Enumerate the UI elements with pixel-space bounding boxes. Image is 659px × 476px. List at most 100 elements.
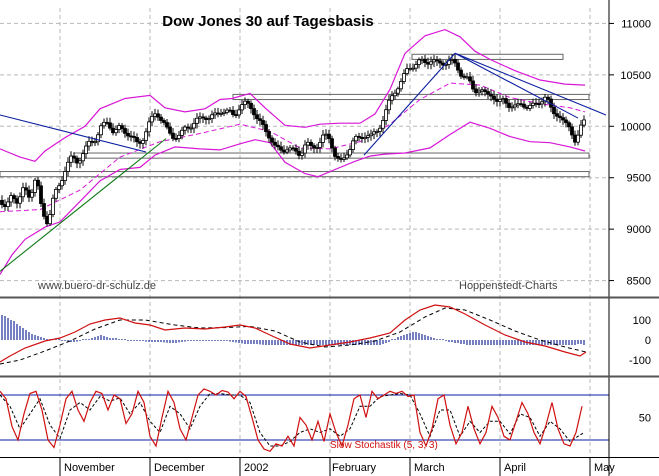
watermark-left: www.buero-dr-schulz.de bbox=[37, 280, 156, 292]
candle-body bbox=[111, 127, 115, 134]
candle-body bbox=[552, 106, 556, 115]
candle-body bbox=[453, 59, 457, 64]
candle-body bbox=[261, 120, 265, 125]
candle-body bbox=[87, 140, 91, 147]
candle-body bbox=[417, 59, 421, 65]
candle-body bbox=[348, 149, 352, 156]
candle-body bbox=[567, 122, 571, 128]
candle-body bbox=[357, 135, 361, 138]
candle-body bbox=[39, 185, 43, 204]
candle-body bbox=[186, 126, 190, 129]
x-axis-label: March bbox=[414, 462, 445, 474]
candle-body bbox=[132, 136, 136, 138]
candle-body bbox=[204, 117, 208, 120]
candle-body bbox=[231, 110, 235, 115]
candle-body bbox=[129, 135, 133, 138]
candle-body bbox=[126, 132, 130, 137]
candle-body bbox=[156, 113, 160, 118]
candle-body bbox=[381, 120, 385, 129]
candle-body bbox=[243, 100, 247, 106]
candle-body bbox=[564, 119, 568, 124]
candle-body bbox=[573, 134, 577, 143]
candle-body bbox=[162, 120, 166, 123]
candle-body bbox=[519, 103, 523, 106]
candle-body bbox=[408, 68, 412, 70]
candle-body bbox=[480, 89, 484, 92]
candle-body bbox=[360, 136, 364, 139]
candle-body bbox=[555, 113, 559, 117]
candle-body bbox=[201, 116, 205, 119]
candle-body bbox=[300, 152, 304, 156]
candle-body bbox=[54, 189, 58, 199]
candle-body bbox=[426, 62, 430, 65]
candle-body bbox=[330, 138, 334, 149]
candle-body bbox=[252, 108, 256, 116]
candle-body bbox=[3, 204, 7, 208]
candle-body bbox=[102, 121, 106, 127]
candle-body bbox=[114, 129, 118, 134]
x-axis-label: December bbox=[154, 462, 205, 474]
candle-body bbox=[486, 91, 490, 95]
candle-body bbox=[288, 147, 292, 151]
candle-body bbox=[165, 122, 169, 128]
stochastic-k-line bbox=[0, 388, 583, 453]
candle-body bbox=[312, 145, 316, 149]
candle-body bbox=[150, 115, 154, 123]
candle-body bbox=[18, 196, 22, 204]
candle-body bbox=[324, 133, 328, 136]
candle-body bbox=[561, 117, 565, 121]
candle-body bbox=[237, 109, 241, 116]
candle-body bbox=[57, 185, 61, 190]
candle-body bbox=[42, 203, 46, 217]
candle-body bbox=[240, 104, 244, 111]
candle-body bbox=[15, 198, 19, 204]
candle-body bbox=[558, 115, 562, 119]
candle-body bbox=[366, 135, 370, 138]
candle-body bbox=[168, 126, 172, 134]
candle-body bbox=[0, 199, 4, 205]
candle-body bbox=[423, 58, 427, 63]
candle-body bbox=[465, 76, 469, 79]
candle-body bbox=[483, 89, 487, 92]
x-axis-label: 2002 bbox=[244, 462, 268, 474]
candle-body bbox=[576, 134, 580, 143]
candle-body bbox=[510, 106, 514, 109]
candle-body bbox=[468, 76, 472, 82]
candle-body bbox=[405, 68, 409, 74]
candle-body bbox=[6, 201, 10, 208]
candle-body bbox=[177, 134, 181, 139]
candle-body bbox=[378, 127, 382, 132]
candle-body bbox=[513, 104, 517, 108]
candle-body bbox=[273, 141, 277, 146]
candle-body bbox=[183, 126, 187, 131]
candle-body bbox=[456, 62, 460, 71]
candle-body bbox=[207, 118, 211, 120]
candle-body bbox=[48, 214, 52, 225]
price-tick-label: 9500 bbox=[627, 173, 651, 185]
candle-body bbox=[537, 103, 541, 106]
candle-body bbox=[303, 144, 307, 154]
candle-body bbox=[36, 179, 40, 187]
candle-body bbox=[246, 100, 250, 104]
candle-body bbox=[462, 75, 466, 78]
x-axis-label: November bbox=[64, 462, 115, 474]
candle-body bbox=[504, 98, 508, 104]
x-axis-label: May bbox=[594, 462, 615, 474]
candle-body bbox=[192, 122, 196, 129]
candle-body bbox=[393, 92, 397, 97]
candle-body bbox=[369, 133, 373, 137]
candle-body bbox=[342, 157, 346, 160]
candle-body bbox=[582, 119, 586, 126]
candle-body bbox=[171, 132, 175, 139]
macd-tick-label: 100 bbox=[633, 315, 651, 327]
candle-body bbox=[420, 58, 424, 61]
candle-body bbox=[315, 147, 319, 149]
candle-body bbox=[276, 144, 280, 148]
price-tick-label: 10000 bbox=[620, 121, 651, 133]
candle-body bbox=[222, 111, 226, 114]
candle-body bbox=[267, 131, 271, 139]
candle-body bbox=[180, 129, 184, 136]
candle-body bbox=[147, 121, 151, 133]
candle-body bbox=[327, 133, 331, 140]
candle-body bbox=[531, 102, 535, 106]
